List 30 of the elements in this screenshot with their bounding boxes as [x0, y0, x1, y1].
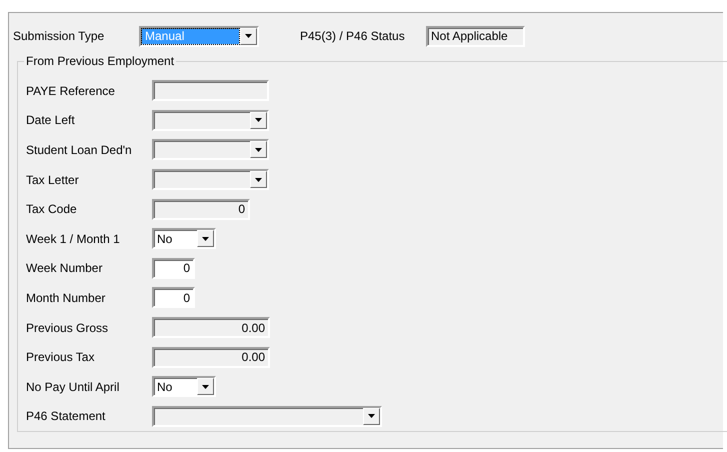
field-label: Previous Tax [26, 350, 96, 364]
input-field[interactable]: 0 [152, 287, 195, 308]
field-label: P45(3) / P46 Status [300, 29, 406, 43]
field-label: Submission Type [13, 29, 106, 43]
dropdown-arrow-icon [368, 414, 375, 418]
dropdown-button[interactable] [240, 28, 257, 44]
dropdown-button[interactable] [197, 378, 214, 396]
dropdown-arrow-icon [255, 148, 262, 152]
field-label: No Pay Until April [26, 380, 120, 394]
group-title: From Previous Employment [24, 54, 176, 68]
dropdown-arrow-icon [255, 118, 262, 122]
dropdown-arrow-icon [202, 236, 209, 241]
field-label: Week 1 / Month 1 [26, 232, 121, 246]
field-label: Previous Gross [26, 320, 110, 335]
status-field[interactable]: Not Applicable [426, 26, 525, 46]
field-label: Tax Code [26, 202, 78, 216]
field-label: Week Number [26, 261, 104, 276]
dropdown-field[interactable]: No [152, 228, 216, 250]
field-label: Tax Letter [26, 172, 80, 187]
input-field[interactable]: 0 [152, 258, 195, 279]
field-label: Student Loan Ded'n [26, 142, 133, 157]
dropdown-arrow-icon [245, 34, 252, 38]
field-label: P46 Statement [26, 409, 106, 424]
field-label: Date Left [26, 113, 76, 128]
dropdown-button[interactable] [197, 230, 214, 248]
field-label: PAYE Reference [26, 84, 116, 98]
dropdown-arrow-icon [202, 384, 209, 389]
field-label: Month Number [26, 290, 106, 305]
dropdown-arrow-icon [255, 178, 262, 182]
dropdown-field[interactable]: No [152, 376, 216, 398]
